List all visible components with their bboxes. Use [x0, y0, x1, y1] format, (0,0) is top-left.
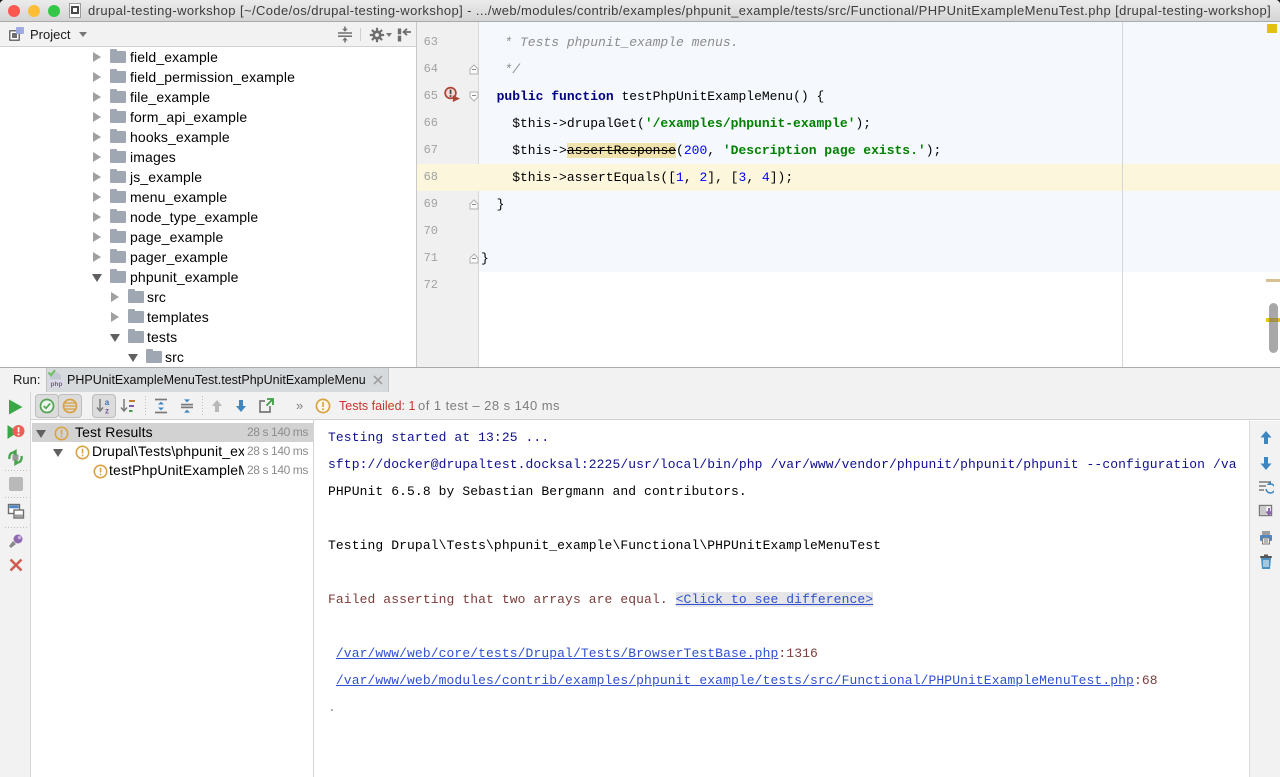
svg-text:php: php: [51, 381, 63, 388]
svg-text:z: z: [105, 407, 109, 416]
